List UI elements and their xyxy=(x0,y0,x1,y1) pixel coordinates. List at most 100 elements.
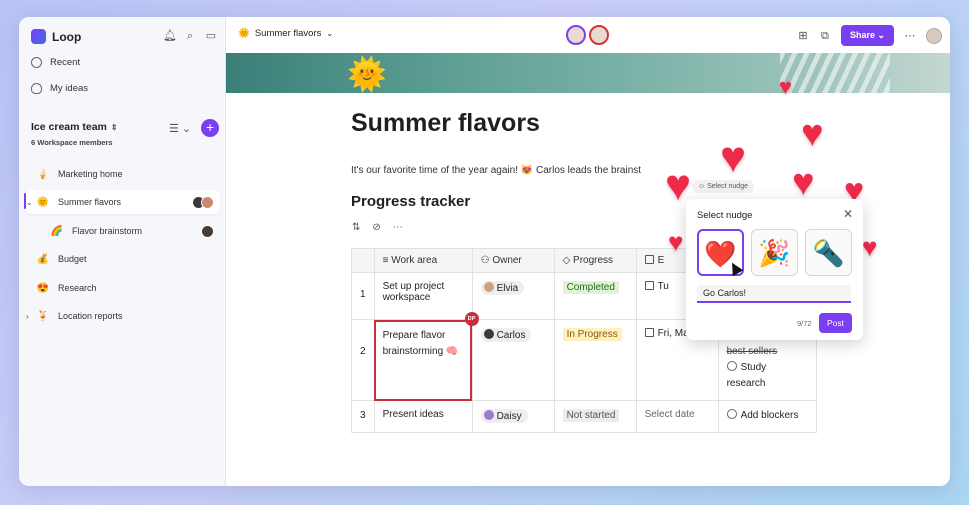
brand[interactable]: Loop xyxy=(31,29,81,44)
hide-icon[interactable]: ⊘ xyxy=(372,222,380,233)
more-icon[interactable]: ⋯ xyxy=(393,222,403,233)
header-label: E xyxy=(657,255,665,266)
table-tools: ⇅ ⊘ ⋯ xyxy=(352,222,403,233)
avatar[interactable] xyxy=(926,27,942,44)
owner-chip[interactable]: Carlos xyxy=(480,328,532,342)
date-cell[interactable]: Select date xyxy=(635,400,719,433)
loop-logo-icon xyxy=(31,29,46,44)
table-row: 3 Present ideas Daisy Not started Select… xyxy=(351,400,817,433)
checkbox-icon[interactable] xyxy=(726,361,737,371)
owner-name: Carlos xyxy=(496,330,526,341)
tracker-heading: Progress tracker xyxy=(351,193,471,210)
column-header-progress[interactable]: ◇ Progress xyxy=(553,248,637,273)
extra-cell[interactable]: Add blockers xyxy=(717,400,817,433)
owner-name: Daisy xyxy=(496,411,522,422)
lines-icon: ≡ xyxy=(382,255,389,266)
person-icon: ⚇ xyxy=(480,255,490,266)
heart-icon: ♥ xyxy=(720,133,747,182)
avatar[interactable] xyxy=(566,25,586,45)
row-number: 3 xyxy=(351,400,375,433)
drink-icon: 🍹 xyxy=(36,310,50,322)
nudge-popup: Select nudge ✕ ❤️ 🎉 🔦 9/72 Post xyxy=(686,199,863,340)
sidebar-item-research[interactable]: 😍 Research xyxy=(26,276,220,300)
work-area-cell[interactable]: Present ideas xyxy=(373,400,473,433)
team-tools: ☰ ⌄ + xyxy=(169,119,220,137)
nudge-option-party[interactable]: 🎉 xyxy=(751,229,798,276)
popup-title: Select nudge xyxy=(697,210,753,221)
rainbow-icon: 🌈 xyxy=(50,225,64,237)
close-icon[interactable]: ✕ xyxy=(843,207,853,221)
avatar xyxy=(483,410,494,420)
sort-list-icon[interactable]: ☰ ⌄ xyxy=(169,122,191,135)
collaborator-avatars xyxy=(566,25,609,45)
calendar-icon xyxy=(644,281,654,290)
sidebar-item-flavor-brainstorm[interactable]: 🌈 Flavor brainstorm xyxy=(26,219,220,243)
top-right-tools: ⊞ ⧉ Share ⌄ ⋯ xyxy=(797,25,942,46)
post-button[interactable]: Post xyxy=(819,313,852,333)
sidebar-item-location-reports[interactable]: › 🍹 Location reports xyxy=(26,304,220,328)
doc-title-dropdown[interactable]: 🌞 Summer flavors ⌄ xyxy=(238,28,333,39)
sidebar-item-summer-flavors[interactable]: ⌄ 🌞 Summer flavors xyxy=(26,190,220,214)
page-title: Summer flavors xyxy=(351,109,540,137)
heart-icon: ♥ xyxy=(668,227,684,257)
progress-cell[interactable]: Not started xyxy=(553,400,637,433)
sidebar-item-label: Summer flavors xyxy=(58,197,122,207)
column-header-owner[interactable]: ⚇ Owner xyxy=(471,248,555,273)
select-nudge-chip[interactable]: ☺ Select nudge xyxy=(692,180,754,193)
work-area-cell-selected[interactable]: Prepare flavor brainstorming 🧠 DP xyxy=(373,312,479,401)
copy-pages-icon[interactable]: ⧉ xyxy=(819,30,831,42)
avatar xyxy=(483,282,494,292)
doc-title: Summer flavors xyxy=(254,28,322,39)
nudge-chip-label: Select nudge xyxy=(707,183,748,190)
share-label: Share xyxy=(849,30,875,40)
nudge-message-input[interactable] xyxy=(697,285,851,303)
top-bar: 🌞 Summer flavors ⌄ ⊞ ⧉ Share ⌄ ⋯ xyxy=(226,17,950,53)
search-icon[interactable]: ⌕ xyxy=(184,30,196,42)
nudge-option-flashlight[interactable]: 🔦 xyxy=(805,229,852,276)
sidebar-item-label: Research xyxy=(58,283,97,293)
sidebar: Loop 🔔︎ ⌕ ▭ Recent My ideas Ice cream te… xyxy=(19,17,226,486)
apps-grid-icon[interactable]: ⊞ xyxy=(797,30,809,42)
sidebar-item-marketing-home[interactable]: 🍦 Marketing home xyxy=(26,162,220,186)
sort-icon[interactable]: ⇅ xyxy=(352,222,360,233)
share-button[interactable]: Share ⌄ xyxy=(840,25,894,46)
owner-chip[interactable]: Elvia xyxy=(480,281,525,295)
team-members: 6 Workspace members xyxy=(31,138,113,147)
avatar[interactable] xyxy=(589,25,609,45)
bell-icon[interactable]: 🔔︎ xyxy=(163,30,177,42)
chevron-down-icon[interactable]: ⌄ xyxy=(26,198,36,207)
date-value: Tu xyxy=(657,281,669,292)
calendar-icon xyxy=(644,328,654,337)
column-header-work-area[interactable]: ≡ Work area xyxy=(373,248,473,273)
nav-recent[interactable]: Recent xyxy=(31,57,80,68)
owner-cell[interactable]: Carlos xyxy=(471,319,555,401)
work-area-cell[interactable]: Set up project workspace xyxy=(373,272,473,320)
owner-cell[interactable]: Elvia xyxy=(471,272,555,320)
owner-chip[interactable]: Daisy xyxy=(480,409,528,423)
owner-cell[interactable]: Daisy xyxy=(471,400,555,433)
collaborator-cursor-badge: DP xyxy=(464,312,479,326)
team-name[interactable]: Ice cream team ⇕ xyxy=(31,121,118,133)
header-label: Progress xyxy=(573,255,614,266)
team-header[interactable]: Ice cream team ⇕ 6 Workspace members xyxy=(31,121,118,147)
tag-icon: ◇ xyxy=(562,255,571,266)
checkbox-icon[interactable] xyxy=(726,409,737,419)
intro-text: It's our favorite time of the year again… xyxy=(351,165,642,176)
nav-my-ideas-label: My ideas xyxy=(50,83,89,94)
avatar xyxy=(201,195,214,209)
sidebar-item-label: Location reports xyxy=(58,311,123,321)
progress-cell[interactable]: In Progress xyxy=(553,319,637,401)
panel-icon[interactable]: ▭ xyxy=(205,30,217,42)
sidebar-item-label: Marketing home xyxy=(58,169,123,179)
sidebar-item-budget[interactable]: 💰 Budget xyxy=(26,247,220,271)
nav-my-ideas[interactable]: My ideas xyxy=(31,83,88,94)
sidebar-item-label: Budget xyxy=(58,254,87,264)
checklist-label: Add blockers xyxy=(740,410,799,421)
checklist-item[interactable]: Study research xyxy=(726,360,808,392)
more-icon[interactable]: ⋯ xyxy=(904,30,916,42)
progress-cell[interactable]: Completed xyxy=(553,272,637,320)
add-page-button[interactable]: + xyxy=(201,119,220,137)
chevron-right-icon[interactable]: › xyxy=(26,312,36,321)
sidebar-top-icons: 🔔︎ ⌕ ▭ xyxy=(163,30,217,42)
row-number: 1 xyxy=(351,272,375,320)
